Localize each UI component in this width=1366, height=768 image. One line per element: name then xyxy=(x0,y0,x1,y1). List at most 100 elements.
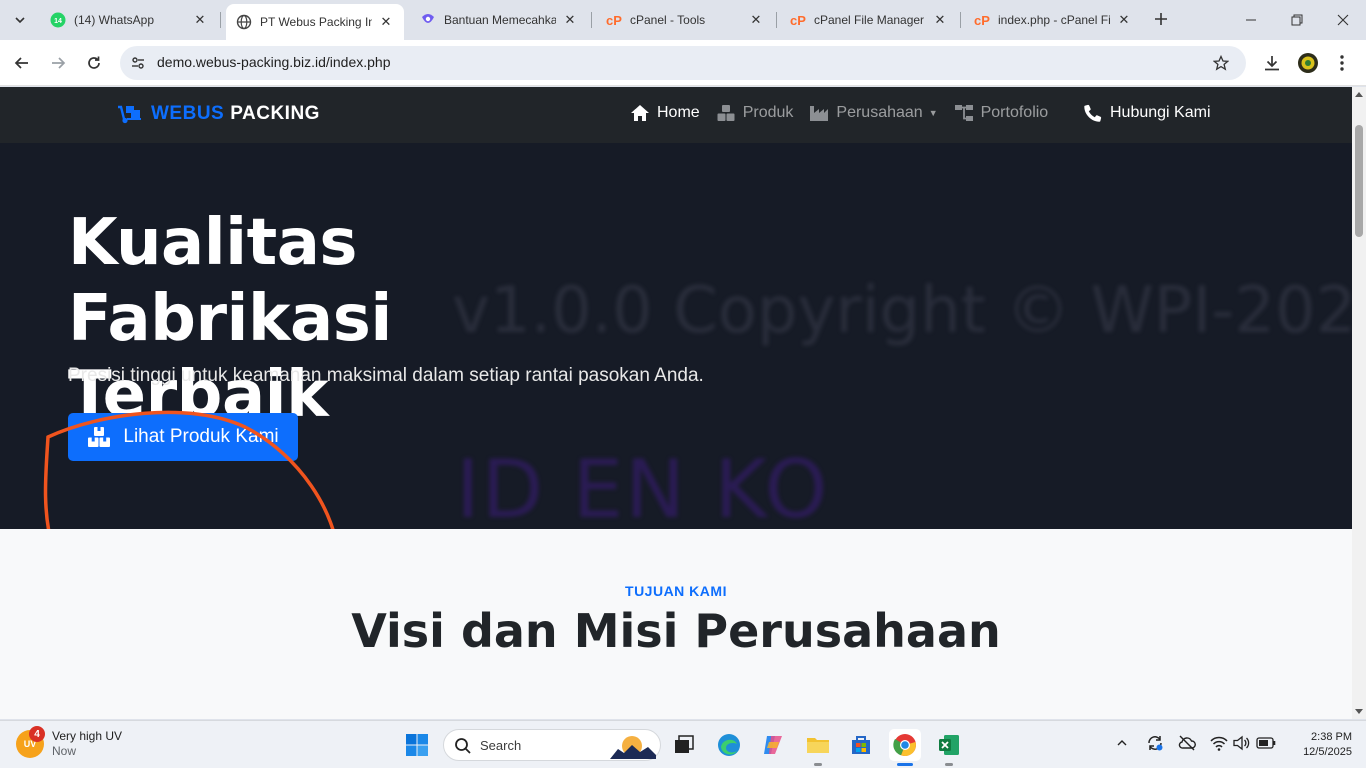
close-window-button[interactable] xyxy=(1320,0,1366,40)
whatsapp-icon: 14 xyxy=(50,12,66,28)
svg-text:cP: cP xyxy=(790,13,806,28)
chevron-up-icon xyxy=(1117,740,1127,746)
cloud-offline-tray-icon[interactable] xyxy=(1177,733,1197,753)
nav-home[interactable]: Home xyxy=(630,104,700,122)
running-indicator xyxy=(945,763,953,766)
download-icon xyxy=(1265,56,1279,71)
nav-produk-label: Produk xyxy=(742,104,794,121)
chrome-taskbar-icon[interactable] xyxy=(889,729,921,761)
tab-close-icon[interactable]: ✕ xyxy=(748,12,764,28)
nav-home-label: Home xyxy=(657,104,700,121)
site-settings-icon[interactable] xyxy=(128,53,148,73)
weather-widget[interactable]: UV 4 Very high UV Now xyxy=(16,726,122,759)
plus-icon xyxy=(1155,13,1167,25)
site-brand[interactable]: WEBUS PACKING xyxy=(117,103,320,125)
scroll-down-icon[interactable] xyxy=(1355,707,1363,715)
nav-perusahaan[interactable]: Perusahaan ▼ xyxy=(809,104,938,122)
tab-index-php[interactable]: cP index.php - cPanel Fil ✕ xyxy=(964,4,1142,36)
cloud-off-icon xyxy=(1178,735,1196,751)
tab-title: index.php - cPanel Fil xyxy=(998,13,1110,27)
svg-text:cP: cP xyxy=(974,13,990,28)
taskbar-search[interactable]: Search xyxy=(443,729,661,761)
avatar-icon xyxy=(1298,53,1318,73)
new-tab-button[interactable] xyxy=(1150,8,1172,30)
globe-icon xyxy=(236,14,252,30)
scroll-thumb[interactable] xyxy=(1355,125,1363,237)
page-scrollbar[interactable] xyxy=(1352,87,1366,719)
excel-taskbar-icon[interactable] xyxy=(933,729,965,761)
url-text[interactable]: demo.webus-packing.biz.id/index.php xyxy=(157,54,390,70)
forward-button[interactable] xyxy=(43,48,73,78)
svg-text:cP: cP xyxy=(606,13,622,28)
windows-logo-icon xyxy=(406,734,428,756)
brand-name-white: PACKING xyxy=(230,103,320,124)
tab-close-icon[interactable]: ✕ xyxy=(1116,12,1132,28)
nav-portofolio-label: Portofolio xyxy=(980,104,1049,121)
chevron-down-icon xyxy=(15,17,25,24)
arrow-left-icon xyxy=(14,57,28,69)
hero-title-line-1: Kualitas Fabrikasi xyxy=(68,206,392,356)
boxes-icon xyxy=(87,426,111,448)
tab-close-icon[interactable]: ✕ xyxy=(378,14,394,30)
hubungi-kami-label: Hubungi Kami xyxy=(1110,104,1211,121)
kebab-menu-icon xyxy=(1340,55,1344,71)
tab-webus-packing[interactable]: PT Webus Packing Inc ✕ xyxy=(226,4,404,40)
show-hidden-icons[interactable] xyxy=(1112,733,1132,753)
back-button[interactable] xyxy=(7,48,37,78)
start-button[interactable] xyxy=(401,729,433,761)
task-view-icon xyxy=(675,735,694,753)
task-view-button[interactable] xyxy=(668,729,700,761)
downloads-button[interactable] xyxy=(1258,49,1286,77)
restore-button[interactable] xyxy=(1274,0,1320,40)
menu-button[interactable] xyxy=(1328,49,1356,77)
tab-cpanel-tools[interactable]: cP cPanel - Tools ✕ xyxy=(596,4,774,36)
tab-title: cPanel File Manager v xyxy=(814,13,926,27)
tab-title: (14) WhatsApp xyxy=(74,13,155,27)
copilot-taskbar-icon[interactable] xyxy=(757,729,789,761)
tab-close-icon[interactable]: ✕ xyxy=(932,12,948,28)
tab-search-button[interactable] xyxy=(8,8,32,32)
profile-avatar[interactable] xyxy=(1294,49,1322,77)
address-bar[interactable]: demo.webus-packing.biz.id/index.php xyxy=(120,46,1246,80)
language-switcher[interactable]: ID EN KO xyxy=(456,443,830,529)
home-icon xyxy=(630,104,650,122)
hero-subtitle: Presisi tinggi untuk keamanan maksimal d… xyxy=(68,365,704,386)
tab-bantuan[interactable]: Bantuan Memecahkan ✕ xyxy=(410,4,588,36)
tab-whatsapp[interactable]: 14 (14) WhatsApp ✕ xyxy=(40,4,218,36)
edge-taskbar-icon[interactable] xyxy=(713,729,745,761)
tab-close-icon[interactable]: ✕ xyxy=(192,12,208,28)
battery-icon xyxy=(1256,737,1276,749)
industry-icon xyxy=(809,104,829,122)
battery-tray-icon[interactable] xyxy=(1256,733,1276,753)
bookmark-star-icon[interactable] xyxy=(1210,52,1232,74)
file-explorer-taskbar-icon[interactable] xyxy=(802,729,834,761)
nav-hubungi-kami[interactable]: Hubungi Kami xyxy=(1084,104,1211,122)
nav-portofolio[interactable]: Portofolio xyxy=(954,104,1049,122)
minimize-button[interactable] xyxy=(1228,0,1274,40)
reload-button[interactable] xyxy=(79,48,109,78)
scroll-up-icon[interactable] xyxy=(1355,91,1363,99)
weather-badge: 4 xyxy=(29,726,45,742)
clock-time: 2:38 PM xyxy=(1311,731,1352,743)
lihat-produk-label: Lihat Produk Kami xyxy=(123,426,279,447)
store-taskbar-icon[interactable] xyxy=(845,729,877,761)
tab-close-icon[interactable]: ✕ xyxy=(562,12,578,28)
tab-separator xyxy=(220,12,221,28)
reload-icon xyxy=(88,56,100,69)
cpanel-icon: cP xyxy=(606,12,622,28)
sitemap-icon xyxy=(954,104,974,122)
tab-cpanel-file-manager[interactable]: cP cPanel File Manager v ✕ xyxy=(780,4,958,36)
tab-separator xyxy=(776,12,777,28)
sync-tray-icon[interactable] xyxy=(1145,733,1165,753)
volume-tray-icon[interactable] xyxy=(1232,733,1252,753)
minimize-icon xyxy=(1246,19,1256,21)
wifi-icon xyxy=(1210,736,1228,751)
excel-icon xyxy=(939,735,959,755)
wifi-tray-icon[interactable] xyxy=(1209,733,1229,753)
lihat-produk-button[interactable]: Lihat Produk Kami xyxy=(68,413,298,461)
nav-perusahaan-label: Perusahaan xyxy=(836,104,923,121)
tab-strip: 14 (14) WhatsApp ✕ PT Webus Packing Inc … xyxy=(0,0,1366,40)
nav-produk[interactable]: Produk xyxy=(716,104,794,122)
taskbar-clock[interactable]: 2:38 PM 12/5/2025 xyxy=(1288,730,1352,760)
search-placeholder: Search xyxy=(480,738,522,753)
